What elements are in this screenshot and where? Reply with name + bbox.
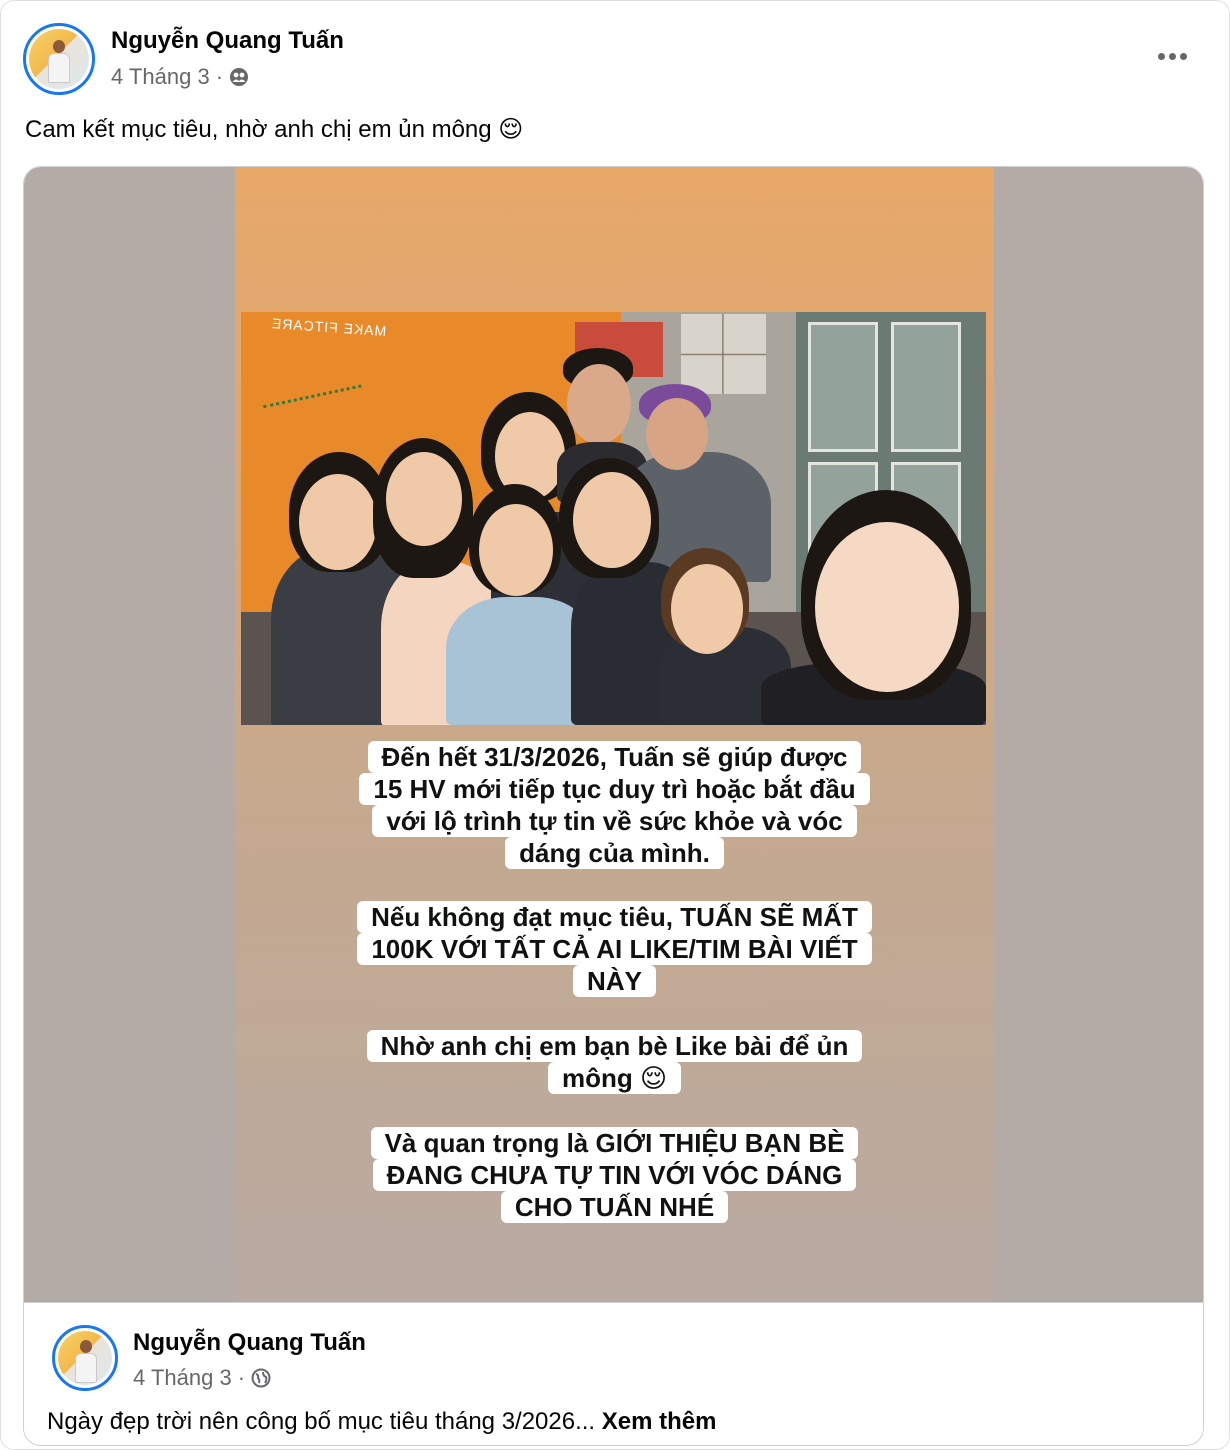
- story-image: MAKE FITCARE Đến hết 31/3/2026, Tuấn sẽ …: [235, 167, 994, 1302]
- shared-author-name[interactable]: Nguyễn Quang Tuấn: [133, 1329, 366, 1357]
- story-text-block-2: Nếu không đạt mục tiêu, TUẤN SẼ MẤT 100K…: [235, 901, 994, 997]
- shared-author-avatar[interactable]: [52, 1325, 118, 1391]
- story-text-line: với lộ trình tự tin về sức khỏe và vóc: [372, 805, 857, 837]
- globe-icon[interactable]: [251, 1368, 271, 1388]
- story-text-line: 100K VỚI TẤT CẢ AI LIKE/TIM BÀI VIẾT: [357, 933, 872, 965]
- post-card: Nguyễn Quang Tuấn 4 Tháng 3 · Cam kết mụ…: [0, 0, 1230, 1450]
- shared-post-info[interactable]: Nguyễn Quang Tuấn 4 Tháng 3 · Ngày đẹp t…: [24, 1302, 1203, 1445]
- shared-post-date[interactable]: 4 Tháng 3: [133, 1365, 232, 1391]
- meta-separator: ·: [215, 64, 224, 89]
- shared-post-text-row: Ngày đẹp trời nên công bố mục tiêu tháng…: [47, 1408, 716, 1436]
- story-text-block-4: Và quan trọng là GIỚI THIỆU BẠN BÈ ĐANG …: [235, 1127, 994, 1223]
- shared-post[interactable]: MAKE FITCARE Đến hết 31/3/2026, Tuấn sẽ …: [23, 166, 1204, 1446]
- post-date[interactable]: 4 Tháng 3: [111, 64, 210, 90]
- story-text-line: ĐANG CHƯA TỰ TIN VỚI VÓC DÁNG: [372, 1159, 857, 1191]
- friends-icon[interactable]: [229, 67, 249, 87]
- more-options-button[interactable]: [1149, 41, 1195, 71]
- story-text-line: CHO TUẤN NHÉ: [500, 1191, 729, 1223]
- story-text-line: Nếu không đạt mục tiêu, TUẤN SẼ MẤT: [357, 901, 872, 933]
- story-media[interactable]: MAKE FITCARE Đến hết 31/3/2026, Tuấn sẽ …: [24, 167, 1203, 1302]
- story-text-line: Nhờ anh chị em bạn bè Like bài để ủn: [366, 1030, 863, 1062]
- author-name[interactable]: Nguyễn Quang Tuấn: [111, 27, 344, 55]
- author-avatar[interactable]: [23, 23, 95, 95]
- post-meta: 4 Tháng 3 ·: [111, 64, 249, 90]
- story-text-line: dáng của mình.: [505, 837, 724, 869]
- story-text-line: Và quan trọng là GIỚI THIỆU BẠN BÈ: [370, 1127, 859, 1159]
- more-horizontal-icon: [1157, 52, 1165, 60]
- see-more-link[interactable]: Xem thêm: [602, 1408, 717, 1435]
- meta-separator: ·: [237, 1365, 246, 1390]
- story-text-block-1: Đến hết 31/3/2026, Tuấn sẽ giúp được 15 …: [235, 741, 994, 869]
- story-text-line: Đến hết 31/3/2026, Tuấn sẽ giúp được: [367, 741, 862, 773]
- group-photo: MAKE FITCARE: [241, 312, 986, 725]
- story-text-block-3: Nhờ anh chị em bạn bè Like bài để ủn môn…: [235, 1030, 994, 1094]
- story-text-line: mông 😌: [547, 1062, 682, 1094]
- story-text-line: 15 HV mới tiếp tục duy trì hoặc bắt đầu: [359, 773, 870, 805]
- post-caption: Cam kết mục tiêu, nhờ anh chị em ủn mông…: [25, 116, 524, 143]
- shared-post-text: Ngày đẹp trời nên công bố mục tiêu tháng…: [47, 1408, 596, 1435]
- story-text-line: NÀY: [573, 965, 656, 997]
- shared-post-meta: 4 Tháng 3 ·: [133, 1365, 271, 1391]
